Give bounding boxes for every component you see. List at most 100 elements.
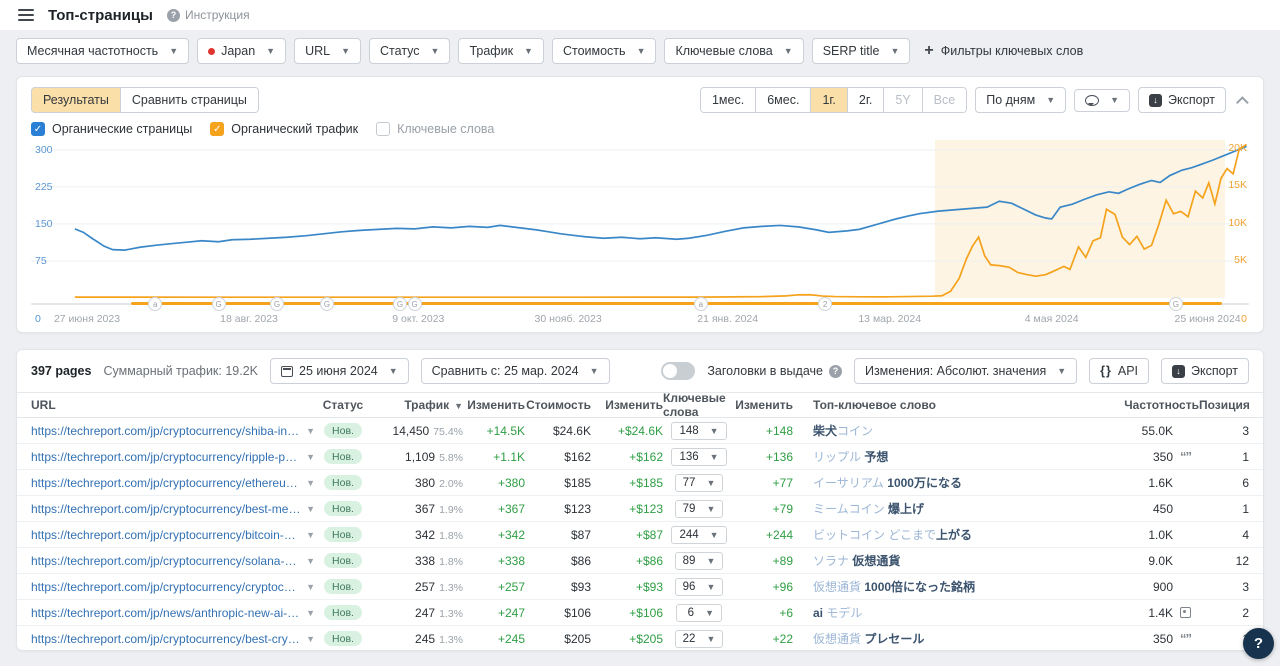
column-header-1[interactable]: Статус <box>315 398 371 412</box>
toggle-knob <box>663 364 677 378</box>
page-url-link[interactable]: https://techreport.com/jp/cryptocurrency… <box>31 476 301 490</box>
column-header-10[interactable]: Позиция <box>1199 398 1249 412</box>
timeline-event-marker[interactable]: G <box>270 297 284 311</box>
keywords-dropdown[interactable]: 77▼ <box>675 474 724 492</box>
annotations-button[interactable]: ▼ <box>1074 89 1130 112</box>
url-dropdown-icon[interactable]: ▼ <box>306 504 315 514</box>
cell-keywords-change: +77 <box>735 476 793 490</box>
top-keyword-link[interactable]: ビットコイン どこまで上がる <box>813 528 972 542</box>
legend-checkbox-ключевые[interactable]: Ключевые слова <box>376 122 494 136</box>
filter-japan[interactable]: Japan▼ <box>197 38 286 64</box>
filter-стоимость[interactable]: Стоимость▼ <box>552 38 657 64</box>
column-header-4[interactable]: Стоимость <box>525 398 591 412</box>
page-url-link[interactable]: https://techreport.com/jp/cryptocurrency… <box>31 502 301 516</box>
top-keyword-link[interactable]: 仮想通貨 1000倍になった銘柄 <box>813 580 975 594</box>
filter-месячная-частотность[interactable]: Месячная частотность▼ <box>16 38 189 64</box>
cell-traffic-change: +342 <box>463 528 525 542</box>
filter-статус[interactable]: Статус▼ <box>369 38 450 64</box>
timeline-event-marker[interactable]: G <box>320 297 334 311</box>
api-button[interactable]: {} API <box>1089 358 1149 384</box>
timeline-event-marker[interactable]: a <box>148 297 162 311</box>
column-header-8[interactable]: Топ-ключевое слово <box>793 398 1103 412</box>
url-dropdown-icon[interactable]: ▼ <box>306 608 315 618</box>
page-url-link[interactable]: https://techreport.com/jp/cryptocurrency… <box>31 580 301 594</box>
page-url-link[interactable]: https://techreport.com/jp/cryptocurrency… <box>31 450 301 464</box>
compare-date-button[interactable]: Сравнить с: 25 мар. 2024 ▼ <box>421 358 610 384</box>
top-keyword-link[interactable]: ソラナ 仮想通貨 <box>813 554 900 568</box>
url-dropdown-icon[interactable]: ▼ <box>306 452 315 462</box>
top-keyword-link[interactable]: 柴犬コイン <box>813 424 873 438</box>
filter-serp-title[interactable]: SERP title▼ <box>812 38 911 64</box>
column-header-6[interactable]: Ключевые слова <box>663 391 735 419</box>
keywords-dropdown[interactable]: 136▼ <box>671 448 726 466</box>
legend-checkbox-органический[interactable]: ✓Органический трафик <box>210 122 358 136</box>
top-keyword-link[interactable]: リップル 予想 <box>813 450 888 464</box>
range-2г[interactable]: 2г. <box>847 88 883 112</box>
column-header-0[interactable]: URL <box>31 398 315 412</box>
timeline-event-marker[interactable]: G <box>408 297 422 311</box>
help-button[interactable]: ? <box>1243 628 1274 659</box>
tab-compare-pages[interactable]: Сравнить страницы <box>120 88 258 112</box>
top-keyword-link[interactable]: 仮想通貨 プレセール <box>813 632 924 646</box>
menu-icon[interactable] <box>18 9 34 21</box>
url-dropdown-icon[interactable]: ▼ <box>306 634 315 644</box>
keywords-dropdown[interactable]: 6▼ <box>676 604 722 622</box>
granularity-dropdown[interactable]: По дням ▼ <box>975 87 1066 113</box>
add-keyword-filters-button[interactable]: + Фильтры ключевых слов <box>924 43 1083 59</box>
timeline-event-marker[interactable]: G <box>212 297 226 311</box>
url-dropdown-icon[interactable]: ▼ <box>306 530 315 540</box>
status-badge: Нов. <box>324 449 362 464</box>
range-6мес[interactable]: 6мес. <box>755 88 810 112</box>
column-header-2[interactable]: Трафик▼ <box>371 398 463 412</box>
collapse-chart-icon[interactable] <box>1236 96 1249 109</box>
top-keyword-link[interactable]: ミームコイン 爆上げ <box>813 502 924 516</box>
changes-mode-dropdown[interactable]: Изменения: Абсолют. значения ▼ <box>854 358 1077 384</box>
instruction-link[interactable]: ? Инструкция <box>167 8 250 22</box>
range-1мес[interactable]: 1мес. <box>701 88 755 112</box>
chart-card: РезультатыСравнить страницы 1мес.6мес.1г… <box>16 76 1264 333</box>
serp-titles-toggle[interactable] <box>661 362 695 380</box>
page-url-link[interactable]: https://techreport.com/jp/cryptocurrency… <box>31 528 301 542</box>
timeline-event-marker[interactable]: G <box>1169 297 1183 311</box>
range-1г[interactable]: 1г. <box>810 88 846 112</box>
y-axis-label-left: 225 <box>35 181 53 193</box>
column-header-9[interactable]: Частотность <box>1103 398 1199 412</box>
timeline-event-marker[interactable]: G <box>393 297 407 311</box>
top-keyword-link[interactable]: ai モデル <box>813 606 862 620</box>
column-header-5[interactable]: Изменить <box>591 398 663 412</box>
page-url-link[interactable]: https://techreport.com/jp/news/anthropic… <box>31 606 301 620</box>
page-url-link[interactable]: https://techreport.com/jp/cryptocurrency… <box>31 424 301 438</box>
legend-checkbox-органические[interactable]: ✓Органические страницы <box>31 122 192 136</box>
date-picker-button[interactable]: 25 июня 2024 ▼ <box>270 358 409 384</box>
chart-canvas <box>31 140 1249 298</box>
keywords-dropdown[interactable]: 148▼ <box>671 422 726 440</box>
filter-трафик[interactable]: Трафик▼ <box>458 38 544 64</box>
column-header-7[interactable]: Изменить <box>735 398 793 412</box>
url-dropdown-icon[interactable]: ▼ <box>306 556 315 566</box>
cell-cost-change: +$93 <box>591 580 663 594</box>
keywords-dropdown[interactable]: 22▼ <box>675 630 724 648</box>
url-dropdown-icon[interactable]: ▼ <box>306 582 315 592</box>
top-keyword-link[interactable]: イーサリアム 1000万になる <box>813 476 962 490</box>
keywords-dropdown[interactable]: 89▼ <box>675 552 724 570</box>
keyword-segment: ソラナ <box>813 554 852 568</box>
tab-results[interactable]: Результаты <box>32 88 120 112</box>
table-export-button[interactable]: ↓ Экспорт <box>1161 358 1249 384</box>
filter-url[interactable]: URL▼ <box>294 38 361 64</box>
filter-ключевые-слова[interactable]: Ключевые слова▼ <box>664 38 803 64</box>
keywords-dropdown[interactable]: 96▼ <box>675 578 724 596</box>
cell-position: 3 <box>1199 424 1249 438</box>
timeline-event-marker[interactable]: a <box>694 297 708 311</box>
url-dropdown-icon[interactable]: ▼ <box>306 426 315 436</box>
column-header-3[interactable]: Изменить <box>463 398 525 412</box>
cell-keywords-change: +22 <box>735 632 793 646</box>
filter-label: Трафик <box>469 44 513 58</box>
chart-export-button[interactable]: ↓ Экспорт <box>1138 87 1226 113</box>
keywords-dropdown[interactable]: 79▼ <box>675 500 724 518</box>
page-url-link[interactable]: https://techreport.com/jp/cryptocurrency… <box>31 632 301 646</box>
keywords-dropdown[interactable]: 244▼ <box>671 526 726 544</box>
timeline-event-marker[interactable]: 2 <box>818 297 832 311</box>
page-url-link[interactable]: https://techreport.com/jp/cryptocurrency… <box>31 554 301 568</box>
column-header-label: Частотность <box>1124 398 1199 412</box>
url-dropdown-icon[interactable]: ▼ <box>306 478 315 488</box>
